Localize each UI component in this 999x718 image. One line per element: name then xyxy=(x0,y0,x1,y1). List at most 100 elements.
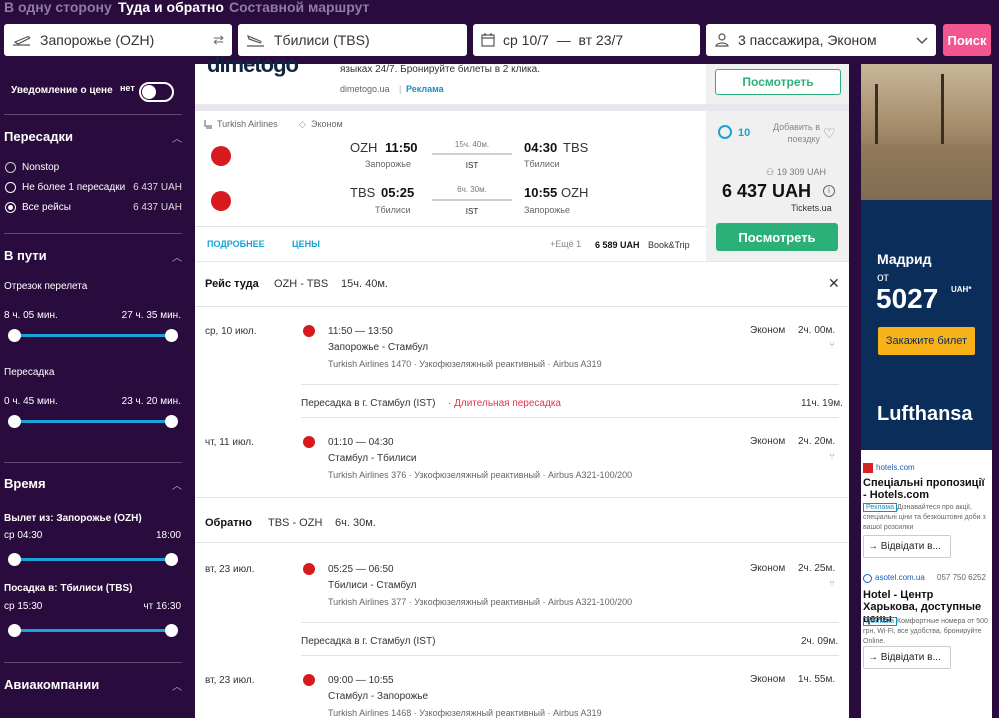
passengers-field[interactable]: 3 пассажира, Эконом xyxy=(706,24,936,56)
ad-view-button[interactable]: Посмотреть xyxy=(715,69,841,95)
prices-link[interactable]: ЦЕНЫ xyxy=(292,239,320,249)
segment-slider-track[interactable] xyxy=(14,334,172,337)
radio-button[interactable] xyxy=(5,182,16,193)
outbound-dep-time: 11:50 xyxy=(385,140,418,155)
layover-text: Пересадка в г. Стамбул (IST) xyxy=(301,398,436,409)
option-price: 6 437 UAH xyxy=(133,202,182,213)
chevron-down-icon xyxy=(916,32,928,48)
radio-button-selected[interactable] xyxy=(5,202,16,213)
slider-handle-min[interactable] xyxy=(8,329,21,342)
leg-info: Turkish Airlines 1470 · Узкофюзеляжный р… xyxy=(328,359,602,369)
add-to-trip[interactable]: Добавить в поездку xyxy=(764,121,820,145)
arrow-right-icon: → xyxy=(868,652,878,663)
passengers-value: 3 пассажира, Эконом xyxy=(738,32,877,48)
time-title: Время xyxy=(4,476,46,491)
ad-currency: UAH* xyxy=(951,285,972,294)
asotel-logo-icon xyxy=(863,574,872,583)
outbound-via: IST xyxy=(465,161,479,170)
depart-min: ср 04:30 xyxy=(4,530,43,541)
tab-round-trip[interactable]: Туда и обратно xyxy=(118,0,224,15)
slider-handle-max[interactable] xyxy=(165,415,178,428)
dates-field[interactable]: ср 10/7 — вт 23/7 xyxy=(473,24,700,56)
result-card[interactable]: Turkish Airlines ◇ Эконом OZH 11:50 Запо… xyxy=(195,111,849,261)
layover-slider-track[interactable] xyxy=(14,420,172,423)
landing-icon xyxy=(247,34,264,47)
chevron-up-icon[interactable]: ︿ xyxy=(172,249,182,264)
ad-domain[interactable]: dimetogo.ua xyxy=(340,84,390,94)
info-icon[interactable]: i xyxy=(823,185,835,197)
dimetogo-logo: dimetogo xyxy=(207,52,299,77)
asotel-domain[interactable]: asotel.com.ua xyxy=(875,573,925,582)
filters-sidebar: Уведомление о цене нет Пересадки ︿ Nonst… xyxy=(0,64,195,718)
turkish-airlines-logo xyxy=(303,325,315,337)
ad-city: Мадрид xyxy=(877,251,932,267)
option-label: Nonstop xyxy=(22,162,60,173)
chevron-up-icon[interactable]: ︿ xyxy=(172,477,182,492)
outbound-title: Рейс туда xyxy=(205,278,259,290)
tab-one-way[interactable]: В одну сторону xyxy=(4,0,112,15)
layover-duration: 2ч. 09м. xyxy=(801,636,839,647)
search-button[interactable]: Поиск xyxy=(943,24,991,56)
leg-date: вт, 23 июл. xyxy=(205,564,255,575)
long-layover-warning: · Длительная пересадка xyxy=(448,398,561,409)
inbound-route: TBS - OZH xyxy=(268,517,323,529)
ad-from: от xyxy=(877,270,889,284)
slider-handle-min[interactable] xyxy=(8,553,21,566)
arrow-right-icon: → xyxy=(868,541,878,552)
radio-button[interactable] xyxy=(5,162,16,173)
airline-name: Turkish Airlines xyxy=(217,119,278,129)
slider-handle-max[interactable] xyxy=(165,329,178,342)
ad-label: Реклама xyxy=(406,84,444,94)
leg-info: Turkish Airlines 376 · Узкофюзеляжный ре… xyxy=(328,470,633,480)
lufthansa-ad[interactable]: Мадрид от 5027 UAH* Закажите билет Lufth… xyxy=(861,64,992,450)
slider-handle-max[interactable] xyxy=(165,624,178,637)
inbound-origin-code: TBS xyxy=(350,185,376,200)
outbound-origin-city: Запорожье xyxy=(365,159,411,169)
leg-date: вт, 23 июл. xyxy=(205,675,255,686)
seat-icon xyxy=(204,120,212,129)
hotels-title[interactable]: Спеціальні пропозиції - Hotels.com xyxy=(863,477,988,501)
leg-duration: 2ч. 20м. xyxy=(798,436,836,447)
text-ads: hotels.com Спеціальні пропозиції - Hotel… xyxy=(861,450,992,718)
ad-book-button[interactable]: Закажите билет xyxy=(878,327,975,355)
leg-route: Стамбул - Тбилиси xyxy=(328,453,417,464)
people-icon: ⚇ xyxy=(766,167,775,177)
visit-button[interactable]: → Відвідати в... xyxy=(863,535,951,558)
swap-icon[interactable]: ⇄ xyxy=(213,32,224,48)
provider[interactable]: Tickets.ua xyxy=(791,203,832,213)
more-offers[interactable]: +Ещё 1 xyxy=(550,239,581,249)
tab-multi-city[interactable]: Составной маршрут xyxy=(229,0,369,15)
price-alert-toggle[interactable] xyxy=(139,82,174,102)
depart-label: Вылет из: Запорожье (OZH) xyxy=(4,513,142,524)
outbound-origin-code: OZH xyxy=(350,140,378,155)
tag-icon: ◇ xyxy=(299,119,306,129)
slider-handle-min[interactable] xyxy=(8,624,21,637)
chevron-up-icon[interactable]: ︿ xyxy=(172,678,182,693)
leg-duration: 2ч. 00м. xyxy=(798,325,836,336)
slider-handle-min[interactable] xyxy=(8,415,21,428)
view-deal-button[interactable]: Посмотреть xyxy=(716,223,838,251)
leg-info: Turkish Airlines 1468 · Узкофюзеляжный р… xyxy=(328,708,602,718)
close-icon[interactable]: ✕ xyxy=(828,275,840,292)
arrive-slider-track[interactable] xyxy=(14,629,172,632)
route-line xyxy=(432,199,512,201)
leg-cabin: Эконом xyxy=(750,563,786,574)
inbound-dep-time: 05:25 xyxy=(381,185,415,200)
route-line xyxy=(432,153,512,155)
heart-icon[interactable]: ♡ xyxy=(823,125,836,142)
divider xyxy=(4,114,182,115)
option-price: 6 437 UAH xyxy=(133,182,182,193)
alt-provider[interactable]: Book&Trip xyxy=(648,240,690,250)
leg-route: Тбилиси - Стамбул xyxy=(328,580,417,591)
origin-value: Запорожье (OZH) xyxy=(40,32,155,48)
details-link[interactable]: ПОДРОБНЕЕ xyxy=(207,239,265,249)
slider-handle-max[interactable] xyxy=(165,553,178,566)
chevron-up-icon[interactable]: ︿ xyxy=(172,130,182,145)
visit-button[interactable]: → Відвідати в... xyxy=(863,646,951,669)
depart-slider-track[interactable] xyxy=(14,558,172,561)
outbound-dest-code: TBS xyxy=(563,140,589,155)
hotels-domain[interactable]: hotels.com xyxy=(876,463,915,472)
seat-icon: ⑂ xyxy=(829,451,835,462)
price: 6 437 UAH xyxy=(722,181,812,201)
origin-field[interactable]: Запорожье (OZH) ⇄ xyxy=(4,24,232,56)
